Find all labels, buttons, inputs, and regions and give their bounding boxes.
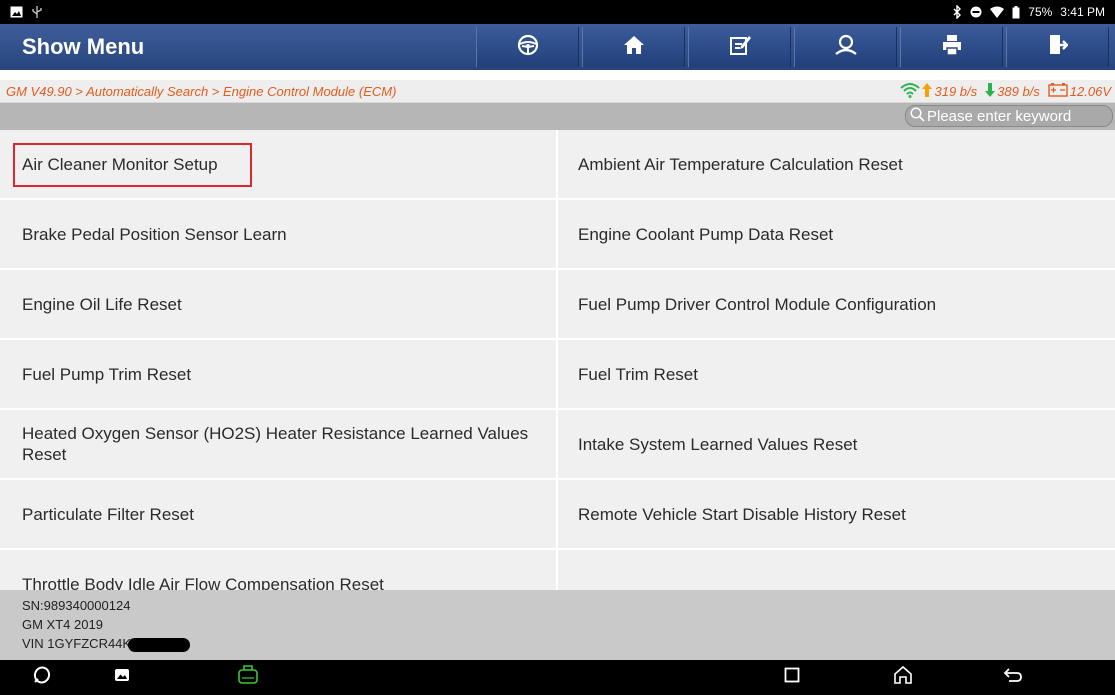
nav-bar [0, 660, 1115, 695]
recents-icon [784, 667, 800, 688]
dnd-icon [970, 6, 982, 18]
exit-icon [1048, 34, 1069, 61]
gallery-button[interactable] [102, 660, 142, 695]
breadcrumb-bar: GM V49.90 > Automatically Search > Engin… [0, 80, 1115, 103]
edit-report-button[interactable] [688, 27, 791, 67]
menu-row: Throttle Body Idle Air Flow Compensation… [0, 550, 1115, 590]
home-nav-icon [893, 665, 913, 690]
page-title: Show Menu [22, 34, 145, 59]
app-header: Show Menu [0, 24, 1115, 70]
vci-icon [237, 665, 259, 690]
battery-percent: 75% [1028, 5, 1053, 19]
search-icon [910, 106, 925, 126]
menu-item[interactable]: Engine Oil Life Reset [0, 270, 556, 338]
menu-row: Heated Oxygen Sensor (HO2S) Heater Resis… [0, 410, 1115, 480]
gallery-icon [114, 668, 130, 687]
steering-wheel-icon [517, 34, 539, 61]
vehicle-info: SN:989340000124 GM XT4 2019 VIN 1GYFZCR4… [0, 590, 1115, 660]
menu-item[interactable]: Particulate Filter Reset [0, 480, 556, 548]
wifi-icon [990, 6, 1005, 18]
menu-item-empty [556, 550, 1115, 590]
menu-row: Air Cleaner Monitor Setup Ambient Air Te… [0, 130, 1115, 200]
toolbar [476, 24, 1112, 70]
menu-item[interactable]: Intake System Learned Values Reset [556, 410, 1115, 478]
menu-row: Engine Oil Life Reset Fuel Pump Driver C… [0, 270, 1115, 340]
bluetooth-icon [952, 5, 962, 19]
home-nav-button[interactable] [883, 660, 923, 695]
car-battery-icon [1048, 82, 1068, 100]
menu-item[interactable]: Fuel Pump Trim Reset [0, 340, 556, 408]
steering-wheel-button[interactable] [476, 27, 579, 67]
home-button[interactable] [582, 27, 685, 67]
search-bar [0, 103, 1115, 130]
status-bar: 75% 3:41 PM [0, 0, 1115, 24]
redaction-mark [128, 637, 191, 652]
menu-item[interactable]: Remote Vehicle Start Disable History Res… [556, 480, 1115, 548]
menu-row: Particulate Filter Reset Remote Vehicle … [0, 480, 1115, 550]
vin-line: VIN 1GYFZCR44K [22, 634, 1115, 653]
back-icon [1003, 666, 1023, 689]
search-input[interactable] [925, 107, 1107, 125]
back-button[interactable] [993, 660, 1033, 695]
menu-row: Brake Pedal Position Sensor Learn Engine… [0, 200, 1115, 270]
breadcrumb: GM V49.90 > Automatically Search > Engin… [6, 83, 397, 99]
search-box[interactable] [905, 105, 1113, 127]
battery-voltage: 12.06V [1048, 82, 1111, 100]
function-menu: Air Cleaner Monitor Setup Ambient Air Te… [0, 130, 1115, 590]
vin: VIN 1GYFZCR44K [22, 636, 132, 651]
browser-button[interactable] [22, 660, 62, 695]
clock: 3:41 PM [1060, 5, 1105, 19]
exit-button[interactable] [1006, 27, 1109, 67]
menu-row: Fuel Pump Trim Reset Fuel Trim Reset [0, 340, 1115, 410]
upload-arrow-icon [922, 82, 933, 101]
vci-button[interactable] [228, 660, 268, 695]
usb-icon [31, 5, 43, 19]
menu-item[interactable]: Fuel Pump Driver Control Module Configur… [556, 270, 1115, 338]
menu-item[interactable]: Air Cleaner Monitor Setup [0, 130, 556, 198]
edit-report-icon [729, 34, 751, 61]
download-rate: 389 b/s [985, 82, 1040, 101]
print-icon [941, 34, 963, 61]
print-button[interactable] [900, 27, 1003, 67]
menu-item[interactable]: Throttle Body Idle Air Flow Compensation… [0, 550, 556, 590]
menu-item[interactable]: Engine Coolant Pump Data Reset [556, 200, 1115, 268]
menu-item[interactable]: Heated Oxygen Sensor (HO2S) Heater Resis… [0, 410, 556, 478]
menu-item[interactable]: Brake Pedal Position Sensor Learn [0, 200, 556, 268]
menu-item[interactable]: Ambient Air Temperature Calculation Rese… [556, 130, 1115, 198]
battery-icon [1012, 5, 1020, 19]
home-icon [623, 34, 645, 61]
user-icon [834, 34, 858, 61]
serial-number: SN:989340000124 [22, 598, 131, 613]
download-arrow-icon [985, 82, 996, 101]
menu-item[interactable]: Fuel Trim Reset [556, 340, 1115, 408]
user-button[interactable] [794, 27, 897, 67]
wifi-signal-icon [900, 82, 921, 101]
upload-rate: 319 b/s [900, 82, 977, 101]
image-icon [10, 6, 23, 18]
recents-button[interactable] [772, 660, 812, 695]
browser-icon [32, 665, 52, 690]
vehicle-model: GM XT4 2019 [22, 617, 103, 632]
